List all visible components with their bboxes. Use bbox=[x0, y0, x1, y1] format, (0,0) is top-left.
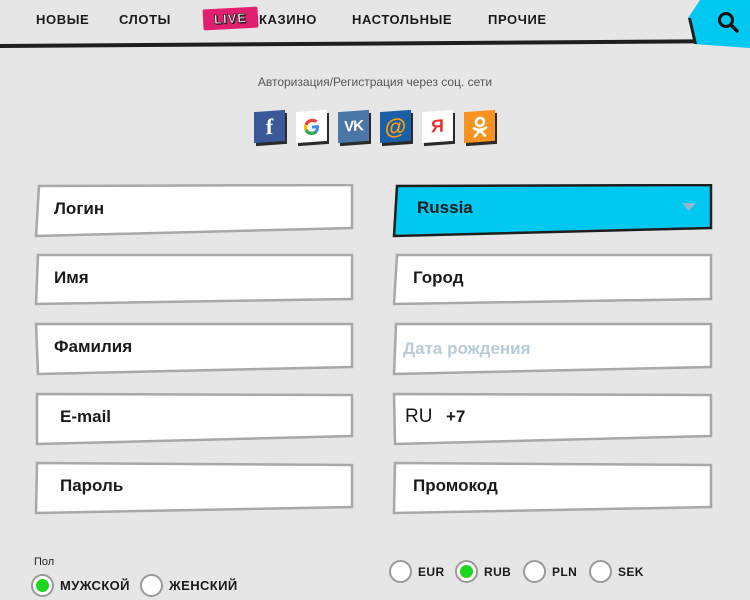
google-login-button[interactable] bbox=[296, 108, 329, 147]
odnoklassniki-icon bbox=[464, 109, 495, 144]
vk-icon: VK bbox=[338, 109, 369, 144]
currency-radio-eur[interactable]: EUR bbox=[389, 560, 445, 583]
search-button[interactable] bbox=[688, 0, 750, 48]
radio-unselected-icon bbox=[140, 574, 163, 597]
currency-radio-eur-label: EUR bbox=[418, 564, 445, 579]
phone-prefix: +7 bbox=[446, 407, 466, 426]
vk-login-button[interactable]: VK bbox=[338, 108, 371, 147]
gender-label: Пол bbox=[34, 556, 55, 568]
yandex-login-button[interactable]: Я bbox=[422, 108, 455, 147]
promo-code-field[interactable]: Промокод bbox=[392, 461, 713, 515]
password-field[interactable]: Пароль bbox=[34, 461, 354, 515]
social-login-title: Авторизация/Регистрация через соц. сети bbox=[257, 75, 493, 89]
facebook-login-button[interactable]: f bbox=[254, 108, 287, 147]
mailru-login-button[interactable]: @ bbox=[380, 108, 413, 147]
login-field[interactable]: Логин bbox=[34, 184, 354, 238]
radio-unselected-icon bbox=[523, 560, 546, 583]
country-select-value: Russia bbox=[417, 198, 473, 217]
currency-radio-rub[interactable]: RUB bbox=[455, 560, 511, 583]
nav-divider bbox=[0, 39, 750, 48]
radio-selected-icon bbox=[31, 574, 54, 597]
nav-item-table-games[interactable]: НАСТОЛЬНЫЕ bbox=[352, 12, 452, 27]
birthdate-field-placeholder: Дата рождения bbox=[403, 339, 531, 358]
search-icon bbox=[718, 12, 739, 33]
radio-unselected-icon bbox=[589, 560, 612, 583]
birthdate-field[interactable]: Дата рождения bbox=[392, 322, 713, 376]
phone-field[interactable]: RU +7 bbox=[392, 392, 713, 446]
live-badge-label: LIVE bbox=[213, 10, 248, 27]
gender-radio-female-label: ЖЕНСКИЙ bbox=[169, 578, 238, 593]
first-name-field[interactable]: Имя bbox=[34, 253, 354, 307]
email-field-placeholder: E-mail bbox=[60, 407, 112, 426]
city-field-placeholder: Город bbox=[413, 268, 464, 287]
facebook-icon: f bbox=[254, 109, 285, 144]
email-field[interactable]: E-mail bbox=[34, 392, 354, 446]
city-field[interactable]: Город bbox=[392, 253, 713, 307]
surname-field-placeholder: Фамилия bbox=[54, 337, 133, 356]
promo-code-field-placeholder: Промокод bbox=[413, 476, 498, 495]
live-badge[interactable]: LIVE bbox=[202, 6, 259, 31]
currency-radio-rub-label: RUB bbox=[484, 564, 512, 579]
currency-radio-sek[interactable]: SEK bbox=[589, 560, 644, 583]
country-select[interactable]: Russia bbox=[392, 184, 713, 238]
nav-item-slots[interactable]: СЛОТЫ bbox=[119, 12, 171, 27]
google-icon bbox=[296, 109, 327, 144]
currency-radio-pln-label: PLN bbox=[552, 564, 578, 579]
nav-item-casino[interactable]: КАЗИНО bbox=[259, 12, 317, 27]
radio-selected-icon bbox=[455, 560, 478, 583]
first-name-field-placeholder: Имя bbox=[54, 268, 89, 287]
top-navigation: НОВЫЕ СЛОТЫ LIVE КАЗИНО НАСТОЛЬНЫЕ ПРОЧИ… bbox=[0, 0, 750, 48]
gender-radio-female[interactable]: ЖЕНСКИЙ bbox=[140, 574, 238, 597]
social-login-row: f VK @ Я bbox=[254, 108, 497, 148]
chevron-down-icon bbox=[682, 203, 696, 211]
nav-item-other[interactable]: ПРОЧИЕ bbox=[488, 12, 547, 27]
currency-radio-sek-label: SEK bbox=[618, 564, 644, 579]
phone-country-code[interactable]: RU bbox=[405, 392, 432, 446]
gender-radio-male-label: МУЖСКОЙ bbox=[60, 578, 130, 593]
odnoklassniki-login-button[interactable] bbox=[464, 108, 497, 147]
password-field-placeholder: Пароль bbox=[60, 476, 124, 495]
surname-field[interactable]: Фамилия bbox=[34, 322, 354, 376]
nav-item-new[interactable]: НОВЫЕ bbox=[36, 12, 89, 27]
currency-radio-pln[interactable]: PLN bbox=[523, 560, 577, 583]
yandex-icon: Я bbox=[422, 109, 453, 144]
radio-unselected-icon bbox=[389, 560, 412, 583]
gender-radio-male[interactable]: МУЖСКОЙ bbox=[31, 574, 130, 597]
mailru-icon: @ bbox=[380, 109, 411, 144]
login-field-placeholder: Логин bbox=[54, 199, 105, 218]
